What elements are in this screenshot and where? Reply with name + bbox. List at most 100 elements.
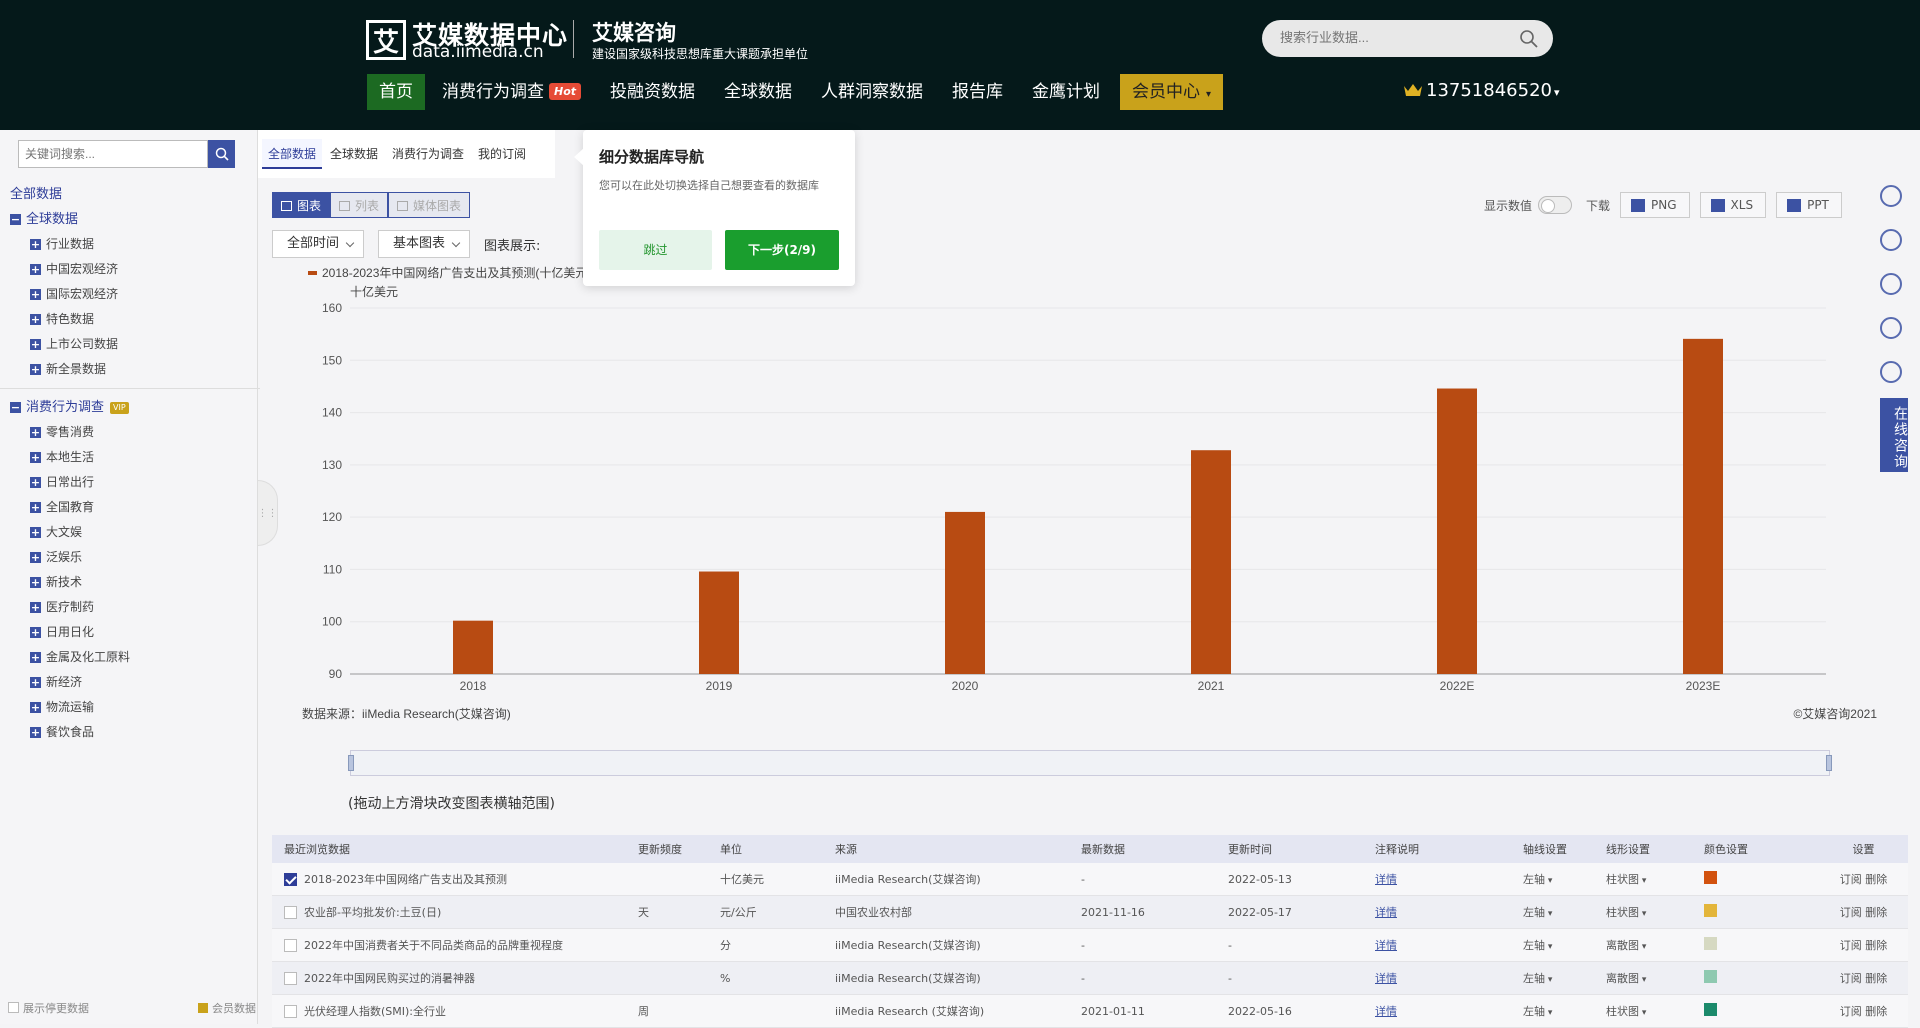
cell-ops[interactable]: 订阅 删除 (1819, 937, 1908, 953)
tree-item[interactable]: + 泛娱乐 (10, 545, 250, 570)
view-media-chart-button[interactable]: 媒体图表 (388, 192, 471, 218)
show-stopped-toggle[interactable]: 展示停更数据 (8, 1000, 89, 1016)
color-swatch[interactable] (1704, 937, 1717, 950)
expand-icon[interactable]: + (30, 577, 41, 588)
tree-item[interactable]: + 新经济 (10, 670, 250, 695)
tree-item[interactable]: + 本地生活 (10, 445, 250, 470)
expand-icon[interactable]: + (30, 652, 41, 663)
expand-icon[interactable]: + (30, 527, 41, 538)
settings-icon[interactable] (1880, 185, 1902, 207)
view-list-button[interactable]: 列表 (330, 192, 389, 218)
nav-golden-eagle[interactable]: 金鹰计划 (1020, 74, 1112, 110)
line-type-select[interactable]: 离散图 (1606, 972, 1646, 985)
cell-ops[interactable]: 订阅 删除 (1819, 871, 1908, 887)
expand-icon[interactable]: + (30, 727, 41, 738)
axis-select[interactable]: 左轴 (1523, 1005, 1552, 1018)
line-type-select[interactable]: 离散图 (1606, 939, 1646, 952)
table-row[interactable]: 2022年中国网民购买过的消暑神器% iiMedia Research(艾媒咨询)… (272, 962, 1908, 995)
details-link[interactable]: 详情 (1375, 1005, 1397, 1018)
tree-item[interactable]: + 新全景数据 (10, 357, 250, 382)
details-link[interactable]: 详情 (1375, 939, 1397, 952)
details-link[interactable]: 详情 (1375, 873, 1397, 886)
tree-item[interactable]: + 国际宏观经济 (10, 282, 250, 307)
nav-consumer-survey[interactable]: 消费行为调查 Hot (430, 74, 593, 110)
tree-item[interactable]: + 日常出行 (10, 470, 250, 495)
details-link[interactable]: 详情 (1375, 972, 1397, 985)
tree-group-global[interactable]: − 全球数据 (10, 207, 250, 232)
tree-item[interactable]: + 零售消费 (10, 420, 250, 445)
show-values-toggle[interactable] (1538, 196, 1573, 214)
range-slider[interactable] (348, 750, 1832, 776)
row-checkbox[interactable] (284, 939, 297, 952)
details-link[interactable]: 详情 (1375, 906, 1397, 919)
user-menu[interactable]: 13751846520 ▾ (1426, 80, 1560, 101)
tree-item[interactable]: + 医疗制药 (10, 595, 250, 620)
color-swatch[interactable] (1704, 871, 1717, 884)
download-xls-button[interactable]: XLS (1699, 192, 1767, 218)
tree-item[interactable]: + 特色数据 (10, 307, 250, 332)
tree-item[interactable]: + 餐饮食品 (10, 720, 250, 745)
view-chart-button[interactable]: 图表 (272, 192, 331, 218)
axis-select[interactable]: 左轴 (1523, 906, 1552, 919)
tree-item[interactable]: + 大文娱 (10, 520, 250, 545)
row-name[interactable]: 2022年中国网民购买过的消暑神器 (304, 972, 475, 985)
axis-select[interactable]: 左轴 (1523, 939, 1552, 952)
collapse-icon[interactable]: − (10, 214, 21, 225)
expand-icon[interactable]: + (30, 552, 41, 563)
collapse-icon[interactable]: − (10, 402, 21, 413)
line-type-select[interactable]: 柱状图 (1606, 873, 1646, 886)
expand-icon[interactable]: + (30, 452, 41, 463)
table-row[interactable]: 农业部-平均批发价:土豆(日) 天 元/公斤 中国农业农村部 2021-11-16 202… (272, 896, 1908, 929)
brand-name[interactable]: 艾媒咨询 (592, 17, 676, 47)
row-checkbox[interactable] (284, 1005, 297, 1018)
expand-icon[interactable]: + (30, 677, 41, 688)
download-png-button[interactable]: PNG (1620, 192, 1690, 218)
slider-handle-right[interactable] (1826, 755, 1832, 771)
tab-all-data[interactable]: 全部数据 (262, 139, 323, 169)
expand-icon[interactable]: + (30, 702, 41, 713)
table-row[interactable]: 2018-2023年中国网络广告支出及其预测 十亿美元 iiMedia Resear… (272, 863, 1908, 896)
guide-skip-button[interactable]: 跳过 (599, 230, 712, 270)
tree-item[interactable]: + 上市公司数据 (10, 332, 250, 357)
color-swatch[interactable] (1704, 904, 1717, 917)
nav-member-center[interactable]: 会员中心 ▾ (1120, 74, 1224, 110)
top-search-input[interactable] (1280, 30, 1510, 45)
tree-item[interactable]: + 新技术 (10, 570, 250, 595)
expand-icon[interactable]: + (30, 339, 41, 350)
tree-item[interactable]: + 日用日化 (10, 620, 250, 645)
tab-global-data[interactable]: 全球数据 (324, 139, 384, 169)
expand-icon[interactable]: + (30, 264, 41, 275)
nav-report-library[interactable]: 报告库 (940, 74, 1015, 110)
cell-ops[interactable]: 订阅 删除 (1819, 1003, 1908, 1019)
axis-select[interactable]: 左轴 (1523, 873, 1552, 886)
color-swatch[interactable] (1704, 970, 1717, 983)
row-checkbox[interactable] (284, 873, 297, 886)
tab-consumer-survey[interactable]: 消费行为调查 (386, 139, 470, 169)
row-name[interactable]: 2022年中国消费者关于不同品类商品的品牌重视程度 (304, 939, 563, 952)
logo-domain[interactable]: data.iimedia.cn (412, 42, 544, 62)
nav-global-data[interactable]: 全球数据 (712, 74, 804, 110)
guide-next-button[interactable]: 下一步(2/9) (725, 230, 839, 270)
table-row[interactable]: 2022年中国消费者关于不同品类商品的品牌重视程度 分 iiMedia Resear… (272, 929, 1908, 962)
color-swatch[interactable] (1704, 1003, 1717, 1016)
expand-icon[interactable]: + (30, 477, 41, 488)
cell-ops[interactable]: 订阅 删除 (1819, 970, 1908, 986)
cell-ops[interactable]: 订阅 删除 (1819, 904, 1908, 920)
row-name[interactable]: 农业部-平均批发价:土豆(日) (304, 906, 441, 919)
expand-icon[interactable]: + (30, 502, 41, 513)
row-checkbox[interactable] (284, 972, 297, 985)
sidebar-search-input[interactable] (19, 141, 169, 167)
tree-root-all-data[interactable]: 全部数据 (10, 182, 250, 207)
tree-item[interactable]: + 全国教育 (10, 495, 250, 520)
tab-my-subscriptions[interactable]: 我的订阅 (472, 139, 532, 169)
chart-type-select[interactable]: 基本图表 (378, 230, 471, 258)
line-type-select[interactable]: 柱状图 (1606, 906, 1646, 919)
tree-item[interactable]: + 中国宏观经济 (10, 257, 250, 282)
row-checkbox[interactable] (284, 906, 297, 919)
expand-icon[interactable]: + (30, 314, 41, 325)
tree-item[interactable]: + 物流运输 (10, 695, 250, 720)
sidebar-search-button[interactable] (208, 140, 235, 168)
expand-icon[interactable]: + (30, 427, 41, 438)
expand-icon[interactable]: + (30, 627, 41, 638)
expand-icon[interactable]: + (30, 364, 41, 375)
